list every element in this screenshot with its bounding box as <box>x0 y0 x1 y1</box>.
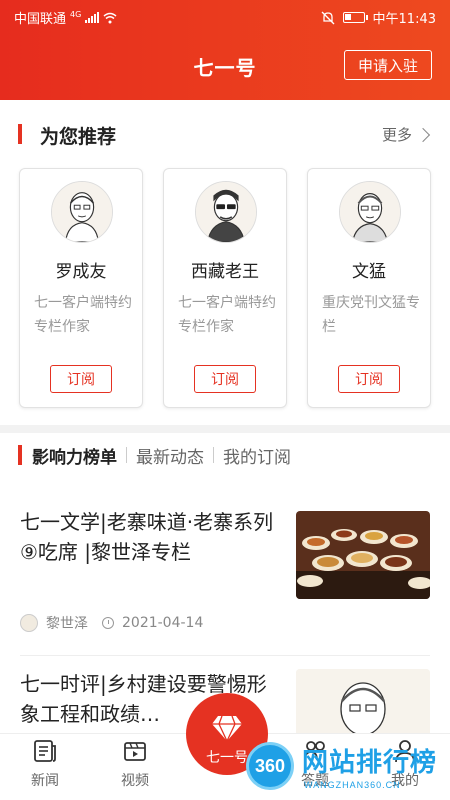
nav-label: 视频 <box>121 773 149 789</box>
tab-subscriptions[interactable]: 我的订阅 <box>223 443 291 468</box>
article-title: 七一文学|老寨味道·老寨系列⑨吃席 |黎世泽专栏 <box>20 510 274 564</box>
section-marker <box>18 124 22 144</box>
nav-item-news[interactable]: 新闻 <box>15 734 75 800</box>
author-card[interactable]: 罗成友 七一客户端特约专栏作家 订阅 <box>19 168 143 408</box>
watermark-badge: 360 <box>246 742 294 790</box>
article-thumbnail <box>296 669 430 733</box>
mute-bell-icon <box>321 11 334 24</box>
author-name: 西藏老王 <box>191 262 259 282</box>
article-author: 黎世泽 <box>46 616 88 632</box>
tab-divider <box>213 447 214 463</box>
section-marker <box>18 445 22 465</box>
more-link[interactable]: 更多 <box>381 124 431 145</box>
author-card[interactable]: 文猛 重庆党刊文猛专栏 订阅 <box>307 168 431 408</box>
news-icon <box>34 740 56 762</box>
diamond-icon <box>212 715 242 742</box>
author-name: 罗成友 <box>55 262 107 282</box>
article-list-section: 影响力榜单 最新动态 我的订阅 七一文学|老寨味道·老寨系列⑨吃席 |黎世泽专栏 <box>0 433 450 733</box>
author-avatar <box>20 614 38 632</box>
nav-label: 新闻 <box>31 773 59 789</box>
tab-influence[interactable]: 影响力榜单 <box>32 443 117 468</box>
article-meta: 黎世泽 2021-04-14 <box>20 613 203 633</box>
clock-icon <box>102 617 114 629</box>
watermark-text: 网站排行榜 <box>302 748 438 778</box>
article-date: 2021-04-14 <box>122 615 204 631</box>
clock-time: 中午11:43 <box>372 12 436 27</box>
recommend-title: 为您推荐 <box>40 126 117 148</box>
signal-icon <box>85 12 100 23</box>
article-item[interactable]: 七一文学|老寨味道·老寨系列⑨吃席 |黎世泽专栏 黎世泽 2021-04-14 <box>20 507 430 637</box>
avatar <box>339 181 401 243</box>
app-header: 中国联通 4G 中午11:43 七一号 申请入驻 <box>0 0 450 100</box>
author-desc: 重庆党刊文猛专栏 <box>322 295 420 335</box>
recommend-section: 为您推荐 更多 罗成友 七一客户端特约专栏作家 订阅 西藏老王 七一客户端特约专… <box>0 100 450 425</box>
status-bar: 中国联通 4G 中午11:43 <box>0 0 450 32</box>
nav-item-video[interactable]: 视频 <box>105 734 165 800</box>
subscribe-button[interactable]: 订阅 <box>194 365 256 393</box>
watermark: 360 网站排行榜 WANGZHAN360.CN <box>244 740 450 800</box>
article-thumbnail <box>296 511 430 599</box>
watermark-sub: WANGZHAN360.CN <box>304 780 401 790</box>
author-desc: 七一客户端特约专栏作家 <box>178 295 276 335</box>
tab-latest[interactable]: 最新动态 <box>136 443 204 468</box>
carrier-label: 中国联通 <box>14 12 67 27</box>
nav-label: 七一号 <box>206 750 248 766</box>
subscribe-button[interactable]: 订阅 <box>338 365 400 393</box>
author-card[interactable]: 西藏老王 七一客户端特约专栏作家 订阅 <box>163 168 287 408</box>
chevron-right-icon <box>415 127 431 142</box>
video-icon <box>124 742 146 761</box>
subscribe-button[interactable]: 订阅 <box>50 365 112 393</box>
tab-bar: 影响力榜单 最新动态 我的订阅 <box>0 433 450 477</box>
more-label: 更多 <box>381 126 412 144</box>
apply-join-button[interactable]: 申请入驻 <box>344 50 432 80</box>
tab-divider <box>126 447 127 463</box>
avatar <box>195 181 257 243</box>
divider <box>20 655 430 656</box>
wifi-icon <box>103 12 117 23</box>
author-desc: 七一客户端特约专栏作家 <box>34 295 132 335</box>
avatar <box>51 181 113 243</box>
author-name: 文猛 <box>352 262 386 282</box>
network-label: 4G <box>70 10 82 19</box>
battery-icon <box>342 12 368 23</box>
